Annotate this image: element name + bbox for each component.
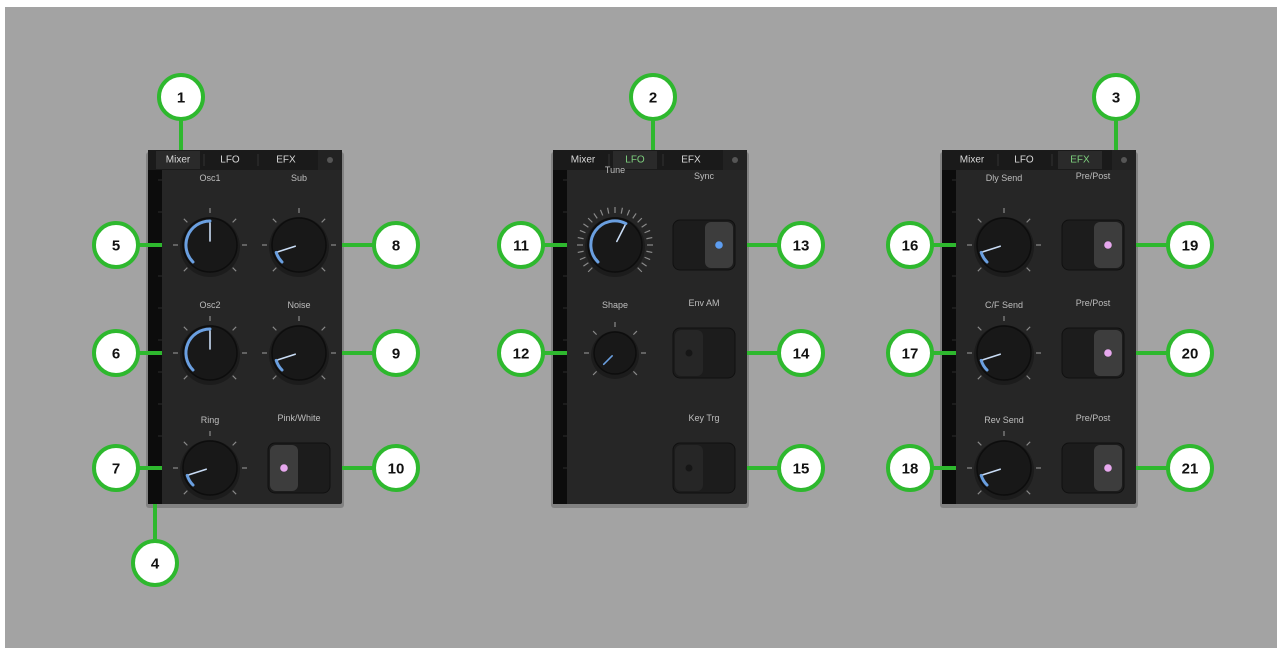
callout-number: 5 <box>112 238 120 255</box>
synth-panels-diagram: Mixer LFO EFX Osc1 Sub Osc2 Noise Ring Pink/Whit… <box>92 73 1214 587</box>
callout-20: 20 <box>1166 329 1214 377</box>
callout-number: 2 <box>649 90 657 107</box>
panel-mixer: Mixer LFO EFX Osc1 Sub Osc2 Noise Ring Pink/Whit… <box>146 150 344 508</box>
callout-number: 4 <box>151 556 160 573</box>
panel-efx: Mixer LFO EFX Dly Send Pre/Post C/F Send Pre/P… <box>940 150 1138 508</box>
toggle-indicator-dot <box>1104 349 1112 357</box>
tab-bar: Mixer LFO EFX <box>942 150 1136 170</box>
callout-number: 16 <box>902 238 919 255</box>
callout-number: 1 <box>177 90 185 107</box>
callout-18: 18 <box>886 444 934 492</box>
callout-3: 3 <box>1092 73 1140 121</box>
dot-icon <box>732 157 738 163</box>
tab-lfo[interactable]: LFO <box>220 155 240 166</box>
knob-label: Osc2 <box>199 300 220 310</box>
knob-label: Osc1 <box>199 173 220 183</box>
toggle-label: Pre/Post <box>1076 171 1111 181</box>
knob-body[interactable] <box>976 217 1032 273</box>
callout-16: 16 <box>886 221 934 269</box>
callout-6: 6 <box>92 329 140 377</box>
callout-14: 14 <box>777 329 825 377</box>
callout-5: 5 <box>92 221 140 269</box>
toggle-label: Pink/White <box>277 413 320 423</box>
toggle-indicator-dot <box>685 464 693 472</box>
callout-4: 4 <box>131 539 179 587</box>
knob-label: Sub <box>291 173 307 183</box>
callout-number: 12 <box>513 346 530 363</box>
tab-bar: Mixer LFO EFX <box>553 150 747 170</box>
callout-10: 10 <box>372 444 420 492</box>
callout-8: 8 <box>372 221 420 269</box>
callout-13: 13 <box>777 221 825 269</box>
callout-12: 12 <box>497 329 545 377</box>
toggle-label: Env AM <box>688 298 719 308</box>
callout-number: 8 <box>392 238 400 255</box>
callout-number: 18 <box>902 461 919 478</box>
callout-number: 14 <box>793 346 810 363</box>
toggle-indicator-dot <box>685 349 693 357</box>
tab-efx[interactable]: EFX <box>1070 155 1090 166</box>
knob-body[interactable] <box>182 440 238 496</box>
callout-number: 6 <box>112 346 120 363</box>
tab-bar: Mixer LFO EFX <box>148 150 342 170</box>
knob-label: C/F Send <box>985 300 1023 310</box>
callout-number: 15 <box>793 461 810 478</box>
tab-lfo[interactable]: LFO <box>625 155 645 166</box>
callout-number: 17 <box>902 346 919 363</box>
callout-21: 21 <box>1166 444 1214 492</box>
knob-body[interactable] <box>587 217 643 273</box>
level-meter-strip <box>553 170 567 504</box>
knob-label: Ring <box>201 415 220 425</box>
tab-mixer[interactable]: Mixer <box>166 155 191 166</box>
knob-body[interactable] <box>976 440 1032 496</box>
panel-lfo: Mixer LFO EFX Tune Sync Shape Env AM Key Trg <box>551 150 749 508</box>
level-meter-strip <box>942 170 956 504</box>
toggle-label: Pre/Post <box>1076 413 1111 423</box>
knob-label: Shape <box>602 300 628 310</box>
callout-7: 7 <box>92 444 140 492</box>
toggle-indicator-dot <box>715 241 723 249</box>
toggle-indicator-dot <box>1104 241 1112 249</box>
callout-19: 19 <box>1166 221 1214 269</box>
callout-number: 7 <box>112 461 120 478</box>
level-meter-strip <box>148 170 162 504</box>
callout-number: 19 <box>1182 238 1199 255</box>
callout-number: 9 <box>392 346 400 363</box>
callout-2: 2 <box>629 73 677 121</box>
knob-body[interactable] <box>593 331 637 375</box>
callout-11: 11 <box>497 221 545 269</box>
callout-number: 20 <box>1182 346 1199 363</box>
tab-efx[interactable]: EFX <box>276 155 296 166</box>
knob-body[interactable] <box>271 217 327 273</box>
knob-label: Noise <box>287 300 310 310</box>
tab-efx[interactable]: EFX <box>681 155 701 166</box>
toggle-indicator-dot <box>1104 464 1112 472</box>
toggle-label: Key Trg <box>688 413 719 423</box>
callout-number: 10 <box>388 461 405 478</box>
knob-body[interactable] <box>271 325 327 381</box>
callout-number: 13 <box>793 238 810 255</box>
toggle-indicator-dot <box>280 464 288 472</box>
callout-number: 11 <box>513 238 529 255</box>
knob-label: Tune <box>605 165 625 175</box>
toggle-label: Pre/Post <box>1076 298 1111 308</box>
knob-label: Dly Send <box>986 173 1023 183</box>
callout-9: 9 <box>372 329 420 377</box>
toggle-label: Sync <box>694 171 715 181</box>
callout-number: 21 <box>1182 461 1199 478</box>
dot-icon <box>1121 157 1127 163</box>
tab-lfo[interactable]: LFO <box>1014 155 1034 166</box>
callout-15: 15 <box>777 444 825 492</box>
dot-icon <box>327 157 333 163</box>
callout-1: 1 <box>157 73 205 121</box>
tab-mixer[interactable]: Mixer <box>960 155 985 166</box>
tab-mixer[interactable]: Mixer <box>571 155 596 166</box>
knob-body[interactable] <box>976 325 1032 381</box>
callout-17: 17 <box>886 329 934 377</box>
knob-label: Rev Send <box>984 415 1024 425</box>
callout-number: 3 <box>1112 90 1120 107</box>
